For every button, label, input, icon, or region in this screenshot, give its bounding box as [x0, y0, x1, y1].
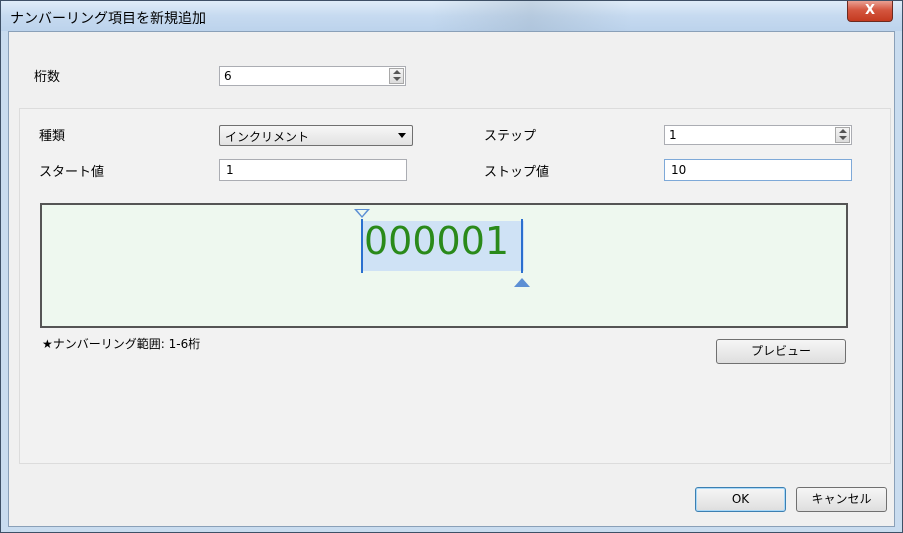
title-bar: ナンバーリング項目を新規追加 X: [1, 1, 902, 31]
step-label: ステップ: [484, 129, 537, 144]
start-value-input[interactable]: 1: [219, 159, 407, 181]
type-selected-value: インクリメント: [225, 130, 310, 144]
dialog-client-area: 桁数 6 種類 インクリメント ステップ 1 スタート値 1 ストップ値 10: [8, 31, 895, 527]
chevron-down-icon: [398, 133, 406, 138]
stop-label: ストップ値: [484, 165, 550, 180]
end-cursor[interactable]: [521, 219, 523, 273]
preview-button[interactable]: プレビュー: [716, 339, 846, 364]
close-button[interactable]: X: [847, 1, 893, 22]
digits-value: 6: [224, 69, 232, 83]
dialog-title: ナンバーリング項目を新規追加: [10, 11, 206, 27]
cancel-button[interactable]: キャンセル: [796, 487, 887, 512]
start-label: スタート値: [39, 165, 105, 180]
digits-label: 桁数: [34, 70, 61, 85]
type-dropdown[interactable]: インクリメント: [219, 125, 413, 146]
step-spinner[interactable]: 1: [664, 125, 852, 145]
title-bar-glare: [431, 1, 631, 31]
close-icon: X: [864, 3, 876, 18]
start-marker-icon[interactable]: [354, 209, 370, 218]
step-spin-arrows-icon[interactable]: [835, 127, 850, 143]
end-marker-icon[interactable]: [514, 278, 530, 287]
dialog-window: ナンバーリング項目を新規追加 X 桁数 6 種類 インクリメント ステップ 1 …: [0, 0, 903, 533]
digits-spin-arrows-icon[interactable]: [389, 68, 404, 84]
type-label: 種類: [39, 129, 66, 144]
range-note: ★ナンバーリング範囲: 1-6桁: [42, 337, 201, 351]
ok-button[interactable]: OK: [695, 487, 786, 512]
step-value: 1: [669, 128, 677, 142]
preview-number: 000001: [364, 219, 510, 263]
stop-value: 10: [671, 163, 687, 177]
settings-group: 種類 インクリメント ステップ 1 スタート値 1 ストップ値 10 00000…: [19, 108, 891, 464]
numbering-preview[interactable]: 000001: [40, 203, 848, 328]
digits-spinner[interactable]: 6: [219, 66, 406, 86]
start-value: 1: [226, 163, 234, 177]
start-cursor[interactable]: [361, 219, 363, 273]
stop-value-input[interactable]: 10: [664, 159, 852, 181]
